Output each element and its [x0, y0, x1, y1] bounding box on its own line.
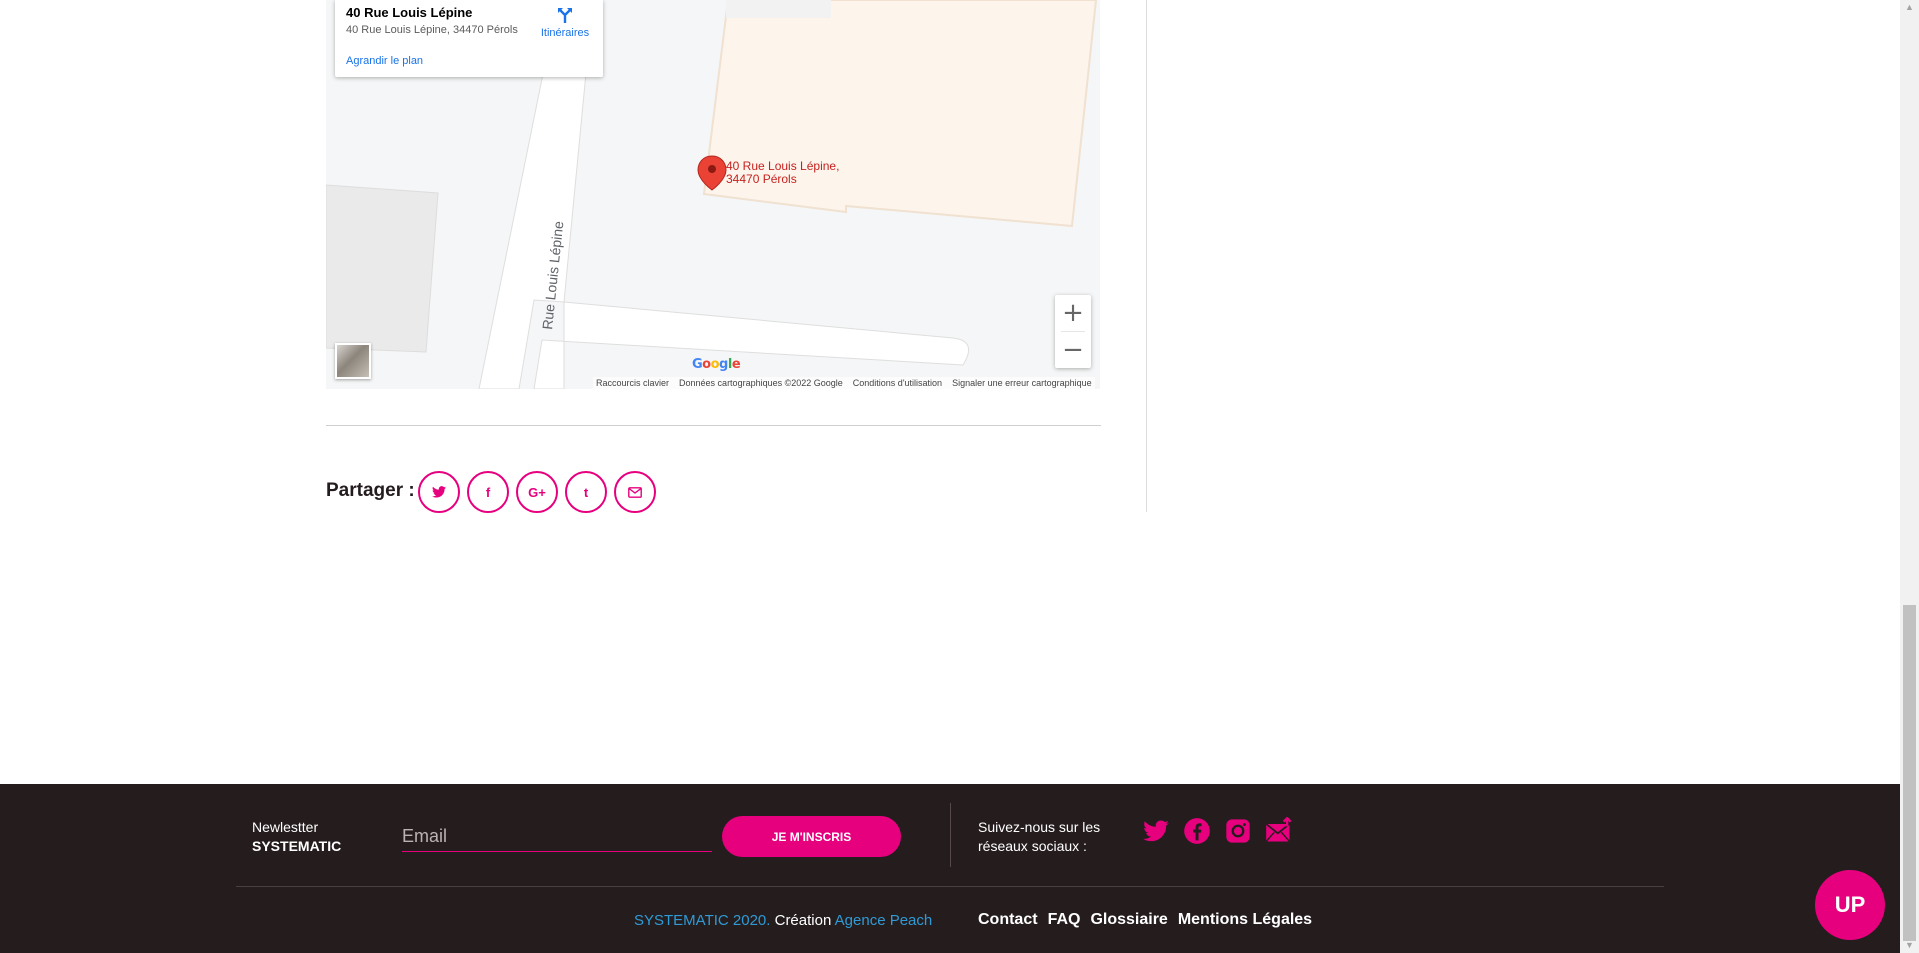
share-facebook-button[interactable]: f	[467, 471, 509, 513]
scroll-down-arrow-icon[interactable]: ▼	[1900, 938, 1919, 953]
enlarge-map-link[interactable]: Agrandir le plan	[346, 55, 423, 67]
facebook-icon: f	[485, 484, 491, 500]
agency-link[interactable]: Agence Peach	[835, 912, 933, 929]
place-address: 40 Rue Louis Lépine, 34470 Pérols	[346, 24, 518, 36]
tumblr-icon: t	[583, 484, 589, 500]
instagram-icon[interactable]	[1224, 817, 1252, 845]
share-google-plus-button[interactable]: G+	[516, 471, 558, 513]
zoom-in-button[interactable]: +	[1055, 295, 1091, 331]
footer-horizontal-separator	[236, 886, 1664, 887]
map-embed[interactable]: Rue Louis Lépine 40 Rue Louis Lépine 40 …	[326, 0, 1100, 389]
newsletter-email-input[interactable]	[402, 822, 712, 852]
scroll-up-arrow-icon[interactable]: ▲	[1900, 0, 1919, 15]
footer-vertical-separator	[950, 803, 951, 867]
newsletter-mail-icon[interactable]	[1265, 817, 1293, 845]
twitter-icon	[432, 486, 446, 498]
zoom-out-button[interactable]: −	[1055, 332, 1091, 368]
footer-link-contact[interactable]: Contact	[978, 911, 1038, 929]
scrollbar-thumb[interactable]	[1903, 605, 1916, 941]
content-divider	[326, 425, 1101, 426]
newsletter-label: Newlestter SYSTEMATIC	[252, 818, 341, 856]
footer-link-legal[interactable]: Mentions Légales	[1178, 911, 1312, 929]
place-info-card: 40 Rue Louis Lépine 40 Rue Louis Lépine,…	[335, 0, 603, 77]
streetview-thumbnail[interactable]	[335, 343, 371, 379]
footer-link-glossary[interactable]: Glossiaire	[1090, 911, 1167, 929]
map-data-credit: Données cartographiques ©2022 Google	[679, 378, 843, 388]
copyright-text: Création	[770, 912, 835, 929]
directions-button[interactable]: Itinéraires	[539, 6, 591, 39]
email-icon	[628, 486, 642, 498]
report-error-link[interactable]: Signaler une erreur cartographique	[952, 378, 1092, 388]
google-plus-icon: G+	[528, 484, 546, 500]
twitter-icon[interactable]	[1142, 817, 1170, 845]
footer-links: Contact FAQ Glossiaire Mentions Légales	[978, 911, 1312, 929]
zoom-controls: + −	[1055, 295, 1091, 368]
subscribe-button[interactable]: JE M'INSCRIS	[722, 816, 901, 857]
directions-icon	[558, 8, 572, 23]
newsletter-line2: SYSTEMATIC	[252, 838, 342, 854]
share-twitter-button[interactable]	[418, 471, 460, 513]
copyright: SYSTEMATIC 2020. Création Agence Peach	[634, 912, 932, 929]
site-footer: Newlestter SYSTEMATIC JE M'INSCRIS Suive…	[0, 784, 1900, 953]
newsletter-line1: Newlestter	[252, 819, 319, 835]
google-logo: Google	[692, 357, 741, 372]
footer-link-faq[interactable]: FAQ	[1048, 911, 1081, 929]
directions-label: Itinéraires	[540, 27, 590, 39]
place-title: 40 Rue Louis Lépine	[346, 5, 473, 20]
share-tumblr-button[interactable]: t	[565, 471, 607, 513]
pin-label: 40 Rue Louis Lépine, 34470 Pérols	[726, 159, 840, 186]
facebook-icon[interactable]	[1183, 817, 1211, 845]
share-label: Partager :	[326, 480, 415, 501]
keyboard-shortcuts-link[interactable]: Raccourcis clavier	[596, 378, 669, 388]
follow-us-label: Suivez-nous sur les réseaux sociaux :	[978, 819, 1101, 854]
sidebar-divider	[1146, 0, 1147, 512]
copyright-brand[interactable]: SYSTEMATIC 2020.	[634, 912, 770, 929]
page-scrollbar[interactable]: ▲ ▼	[1900, 0, 1919, 953]
terms-link[interactable]: Conditions d'utilisation	[853, 378, 942, 388]
map-footer: Raccourcis clavier Données cartographiqu…	[593, 377, 1095, 389]
share-email-button[interactable]	[614, 471, 656, 513]
scroll-up-button[interactable]: UP	[1815, 870, 1885, 940]
